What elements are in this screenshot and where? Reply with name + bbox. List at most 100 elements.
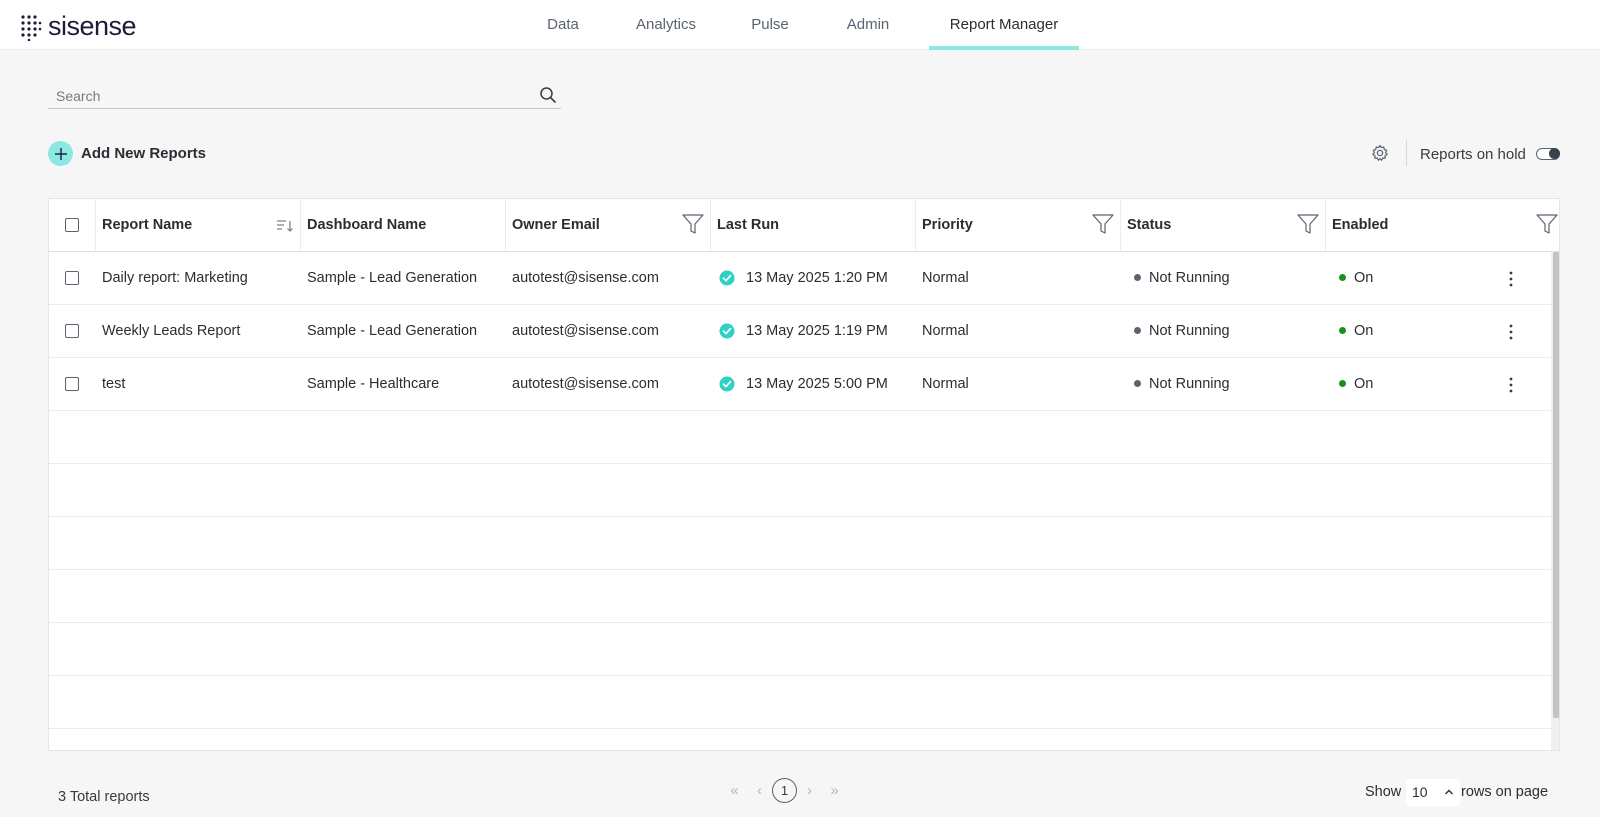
total-reports-count: 3 Total reports [58, 789, 150, 805]
table-row[interactable]: test Sample - Healthcare autotest@sisens… [49, 358, 1551, 411]
logo-dots-icon [21, 14, 42, 41]
top-navigation-bar: sisense Data Analytics Pulse Admin Repor… [0, 0, 1600, 50]
row-menu-icon[interactable] [1503, 323, 1519, 341]
row-checkbox[interactable] [65, 324, 79, 338]
row-checkbox[interactable] [65, 271, 79, 285]
cell-report-name[interactable]: Weekly Leads Report [102, 305, 240, 358]
empty-row [49, 570, 1551, 623]
cell-enabled: On [1339, 305, 1373, 358]
table-header: Report Name Dashboard Name Owner Email L… [49, 199, 1559, 252]
search-icon[interactable] [539, 86, 557, 104]
header-dashboard-name-label: Dashboard Name [307, 217, 427, 233]
prev-page-icon[interactable]: ‹ [747, 782, 772, 799]
header-priority-label: Priority [922, 217, 973, 233]
toolbar-divider [1406, 140, 1407, 166]
enabled-text: On [1354, 270, 1374, 286]
status-dot-icon [1134, 273, 1141, 281]
search-bar [48, 83, 561, 109]
header-select-cell [49, 199, 96, 252]
header-last-run-label: Last Run [717, 217, 780, 233]
header-report-name[interactable]: Report Name [96, 199, 301, 252]
header-last-run[interactable]: Last Run [711, 199, 916, 252]
sort-icon[interactable] [276, 219, 294, 233]
nav-analytics[interactable]: Analytics [630, 0, 702, 50]
cell-status: Not Running [1134, 358, 1230, 411]
cell-enabled: On [1339, 252, 1373, 305]
reports-on-hold-label: Reports on hold [1420, 146, 1526, 163]
empty-row [49, 517, 1551, 570]
header-owner-email-label: Owner Email [512, 217, 600, 233]
cell-priority: Normal [922, 323, 969, 339]
filter-icon[interactable] [1536, 213, 1558, 235]
empty-row [49, 623, 1551, 676]
cell-status: Not Running [1134, 305, 1230, 358]
add-new-reports-button[interactable]: Add New Reports [48, 141, 206, 166]
row-checkbox[interactable] [65, 377, 79, 391]
last-page-icon[interactable]: » [822, 782, 847, 799]
status-dot-icon [1134, 379, 1141, 387]
cell-report-name[interactable]: test [102, 358, 125, 411]
search-input[interactable] [48, 83, 528, 108]
empty-row [49, 464, 1551, 517]
cell-enabled: On [1339, 358, 1373, 411]
sisense-logo[interactable]: sisense [20, 11, 137, 42]
filter-icon[interactable] [682, 213, 704, 235]
chevron-up-icon [1445, 789, 1453, 795]
header-status-label: Status [1127, 217, 1172, 233]
enabled-dot-icon [1339, 273, 1346, 281]
cell-dashboard-name: Sample - Lead Generation [307, 323, 478, 339]
show-label: Show [1365, 784, 1402, 800]
success-check-icon [719, 323, 735, 339]
table-scrollbar[interactable] [1551, 252, 1559, 750]
rows-per-page-select[interactable]: 10 [1406, 779, 1460, 806]
cell-status: Not Running [1134, 252, 1230, 305]
header-priority[interactable]: Priority [916, 199, 1121, 252]
status-text: Not Running [1149, 323, 1230, 339]
header-status[interactable]: Status [1121, 199, 1326, 252]
table-row[interactable]: Weekly Leads Report Sample - Lead Genera… [49, 305, 1551, 358]
success-check-icon [719, 376, 735, 392]
add-new-reports-label: Add New Reports [81, 145, 207, 162]
next-page-icon[interactable]: › [797, 782, 822, 799]
cell-last-run: 13 May 2025 5:00 PM [746, 376, 888, 392]
row-menu-icon[interactable] [1503, 270, 1519, 288]
empty-row [49, 676, 1551, 729]
header-dashboard-name[interactable]: Dashboard Name [301, 199, 506, 252]
cell-report-name[interactable]: Daily report: Marketing [102, 252, 248, 305]
empty-row [49, 411, 1551, 464]
header-owner-email[interactable]: Owner Email [506, 199, 711, 252]
row-menu-icon[interactable] [1503, 376, 1519, 394]
cell-owner-email: autotest@sisense.com [512, 376, 659, 392]
current-page[interactable]: 1 [772, 777, 797, 803]
nav-data[interactable]: Data [538, 0, 588, 50]
enabled-dot-icon [1339, 379, 1346, 387]
nav-pulse[interactable]: Pulse [744, 0, 796, 50]
scrollbar-thumb[interactable] [1553, 252, 1559, 718]
first-page-icon[interactable]: « [722, 782, 747, 799]
header-report-name-label: Report Name [102, 217, 193, 233]
cell-priority: Normal [922, 376, 969, 392]
reports-table: Report Name Dashboard Name Owner Email L… [48, 198, 1560, 751]
rows-per-page-value: 10 [1412, 784, 1428, 800]
table-row[interactable]: Daily report: Marketing Sample - Lead Ge… [49, 252, 1551, 305]
reports-on-hold-toggle[interactable] [1536, 148, 1560, 160]
header-enabled[interactable]: Enabled [1326, 199, 1559, 252]
enabled-dot-icon [1339, 326, 1346, 334]
cell-dashboard-name: Sample - Lead Generation [307, 270, 478, 286]
nav-report-manager[interactable]: Report Manager [929, 0, 1079, 50]
header-enabled-label: Enabled [1332, 217, 1389, 233]
nav-admin[interactable]: Admin [838, 0, 898, 50]
cell-owner-email: autotest@sisense.com [512, 270, 659, 286]
filter-icon[interactable] [1092, 213, 1114, 235]
status-text: Not Running [1149, 270, 1230, 286]
cell-dashboard-name: Sample - Healthcare [307, 376, 440, 392]
gear-icon[interactable] [1371, 144, 1389, 162]
enabled-text: On [1354, 323, 1374, 339]
cell-owner-email: autotest@sisense.com [512, 323, 659, 339]
pagination: « ‹ 1 › » [722, 777, 847, 803]
filter-icon[interactable] [1297, 213, 1319, 235]
status-text: Not Running [1149, 376, 1230, 392]
select-all-checkbox[interactable] [65, 218, 79, 232]
cell-last-run: 13 May 2025 1:20 PM [746, 270, 888, 286]
cell-last-run: 13 May 2025 1:19 PM [746, 323, 888, 339]
